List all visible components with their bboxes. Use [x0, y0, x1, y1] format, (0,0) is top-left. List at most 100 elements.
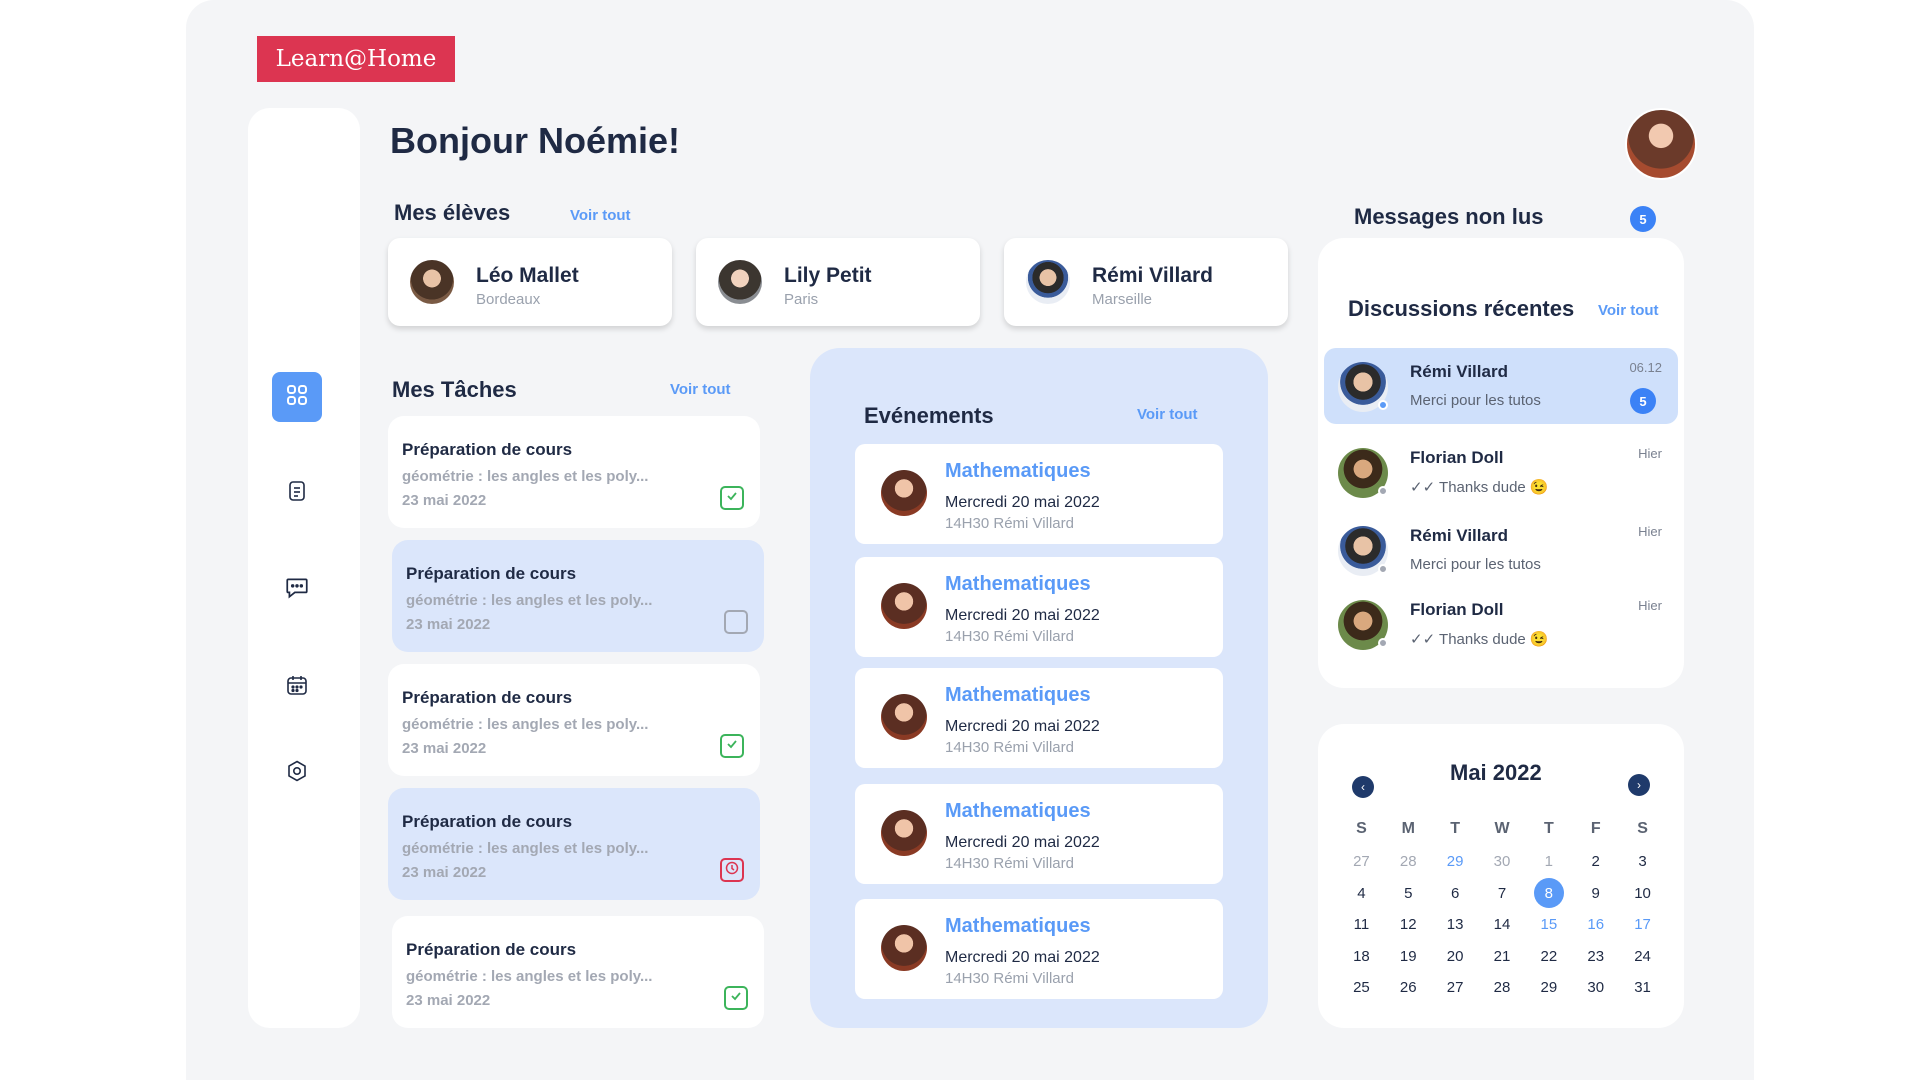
calendar-day[interactable]: 30 — [1479, 846, 1526, 878]
recent-discussions-title: Discussions récentes — [1348, 296, 1575, 321]
discussion-time: Hier — [1638, 598, 1662, 613]
calendar-day[interactable]: 14 — [1479, 909, 1526, 941]
discussion-item[interactable]: Rémi Villard Merci pour les tutos 06.12 … — [1324, 348, 1678, 424]
task-card[interactable]: Préparation de cours géométrie : les ang… — [388, 788, 760, 900]
calendar-day[interactable]: 2 — [1572, 846, 1619, 878]
task-date: 23 mai 2022 — [402, 492, 487, 509]
calendar-day[interactable]: 24 — [1619, 941, 1666, 973]
event-avatar — [881, 470, 927, 516]
student-card[interactable]: Lily Petit Paris — [696, 238, 980, 326]
calendar-day[interactable]: 27 — [1432, 972, 1479, 1004]
nav-documents[interactable] — [272, 468, 322, 518]
nav-settings[interactable] — [272, 748, 322, 798]
calendar-day[interactable]: 28 — [1385, 846, 1432, 878]
user-avatar[interactable] — [1625, 108, 1697, 180]
settings-icon — [285, 759, 309, 788]
calendar-day[interactable]: 28 — [1479, 972, 1526, 1004]
student-card[interactable]: Léo Mallet Bordeaux — [388, 238, 672, 326]
calendar-day[interactable]: 12 — [1385, 909, 1432, 941]
calendar-day-selected[interactable]: 8 — [1525, 878, 1572, 910]
discussion-item[interactable]: Florian Doll ✓✓ Thanks dude 😉 Hier — [1324, 434, 1678, 510]
task-card[interactable]: Préparation de cours géométrie : les ang… — [388, 664, 760, 776]
weekday-label: S — [1356, 820, 1367, 837]
discussions-voir-tout-link[interactable]: Voir tout — [1598, 302, 1659, 319]
student-city: Paris — [784, 291, 819, 308]
dashboard-icon — [285, 383, 309, 412]
event-card[interactable]: Mathematiques Mercredi 20 mai 2022 14H30… — [855, 784, 1223, 884]
calendar-day[interactable]: 11 — [1338, 909, 1385, 941]
event-date: Mercredi 20 mai 2022 — [945, 494, 1100, 511]
students-title: Mes élèves — [394, 200, 511, 225]
calendar-day[interactable]: 25 — [1338, 972, 1385, 1004]
task-checkbox[interactable] — [720, 858, 744, 882]
event-card[interactable]: Mathematiques Mercredi 20 mai 2022 14H30… — [855, 444, 1223, 544]
calendar-day[interactable]: 21 — [1479, 941, 1526, 973]
task-checkbox[interactable] — [720, 486, 744, 510]
unread-messages-title: Messages non lus — [1354, 204, 1544, 229]
calendar-day[interactable]: 29 — [1525, 972, 1572, 1004]
calendar-next-button[interactable]: › — [1628, 774, 1650, 796]
event-time: 14H30 Rémi Villard — [945, 855, 1074, 872]
discussion-preview: Merci pour les tutos — [1410, 556, 1541, 573]
weekday-label: F — [1590, 820, 1601, 837]
calendar-day[interactable]: 27 — [1338, 846, 1385, 878]
selected-day-label: 8 — [1533, 878, 1564, 909]
unread-count-badge: 5 — [1630, 206, 1656, 232]
calendar-day[interactable]: 4 — [1338, 878, 1385, 910]
task-description: géométrie : les angles et les poly... — [402, 840, 649, 857]
calendar-day[interactable]: 7 — [1479, 878, 1526, 910]
calendar-day[interactable]: 10 — [1619, 878, 1666, 910]
weekday-label: M — [1401, 820, 1415, 837]
task-card[interactable]: Préparation de cours géométrie : les ang… — [388, 416, 760, 528]
calendar-day[interactable]: 31 — [1619, 972, 1666, 1004]
calendar-day[interactable]: 18 — [1338, 941, 1385, 973]
task-card[interactable]: Préparation de cours géométrie : les ang… — [392, 540, 764, 652]
calendar-day[interactable]: 17 — [1619, 909, 1666, 941]
event-card[interactable]: Mathematiques Mercredi 20 mai 2022 14H30… — [855, 668, 1223, 768]
calendar-prev-button[interactable]: ‹ — [1352, 776, 1374, 798]
calendar-day[interactable]: 3 — [1619, 846, 1666, 878]
calendar-day[interactable]: 15 — [1525, 909, 1572, 941]
calendar-day[interactable]: 29 — [1432, 846, 1479, 878]
tasks-voir-tout-link[interactable]: Voir tout — [670, 381, 731, 398]
calendar-day[interactable]: 26 — [1385, 972, 1432, 1004]
calendar-day[interactable]: 19 — [1385, 941, 1432, 973]
calendar-day[interactable]: 22 — [1525, 941, 1572, 973]
discussion-item[interactable]: Florian Doll ✓✓ Thanks dude 😉 Hier — [1324, 586, 1678, 662]
discussion-name: Florian Doll — [1410, 448, 1504, 467]
student-city: Bordeaux — [476, 291, 541, 308]
tasks-title: Mes Tâches — [392, 377, 517, 402]
discussion-time: Hier — [1638, 524, 1662, 539]
task-checkbox[interactable] — [720, 734, 744, 758]
task-checkbox[interactable] — [724, 610, 748, 634]
nav-dashboard[interactable] — [272, 372, 322, 422]
calendar-day[interactable]: 20 — [1432, 941, 1479, 973]
weekday-label: S — [1637, 820, 1648, 837]
task-date: 23 mai 2022 — [406, 616, 491, 633]
nav-messages[interactable] — [272, 564, 322, 614]
event-date: Mercredi 20 mai 2022 — [945, 834, 1100, 851]
task-card[interactable]: Préparation de cours géométrie : les ang… — [392, 916, 764, 1028]
event-card[interactable]: Mathematiques Mercredi 20 mai 2022 14H30… — [855, 899, 1223, 999]
calendar-day[interactable]: 16 — [1572, 909, 1619, 941]
task-title: Préparation de cours — [402, 440, 573, 459]
event-card[interactable]: Mathematiques Mercredi 20 mai 2022 14H30… — [855, 557, 1223, 657]
task-description: géométrie : les angles et les poly... — [406, 592, 653, 609]
calendar-day[interactable]: 23 — [1572, 941, 1619, 973]
task-checkbox[interactable] — [724, 986, 748, 1010]
discussion-preview: ✓✓ Thanks dude 😉 — [1410, 479, 1549, 496]
calendar-day[interactable]: 9 — [1572, 878, 1619, 910]
calendar-day[interactable]: 6 — [1432, 878, 1479, 910]
calendar-day[interactable]: 5 — [1385, 878, 1432, 910]
weekday-label: T — [1543, 820, 1554, 837]
students-voir-tout-link[interactable]: Voir tout — [570, 207, 631, 224]
brand-logo[interactable]: Learn@Home — [257, 36, 455, 82]
nav-calendar[interactable] — [272, 662, 322, 712]
events-voir-tout-link[interactable]: Voir tout — [1137, 406, 1198, 423]
calendar-day[interactable]: 30 — [1572, 972, 1619, 1004]
calendar-day[interactable]: 1 — [1525, 846, 1572, 878]
discussion-item[interactable]: Rémi Villard Merci pour les tutos Hier — [1324, 512, 1678, 588]
online-status-dot — [1378, 400, 1388, 410]
student-card[interactable]: Rémi Villard Marseille — [1004, 238, 1288, 326]
calendar-day[interactable]: 13 — [1432, 909, 1479, 941]
